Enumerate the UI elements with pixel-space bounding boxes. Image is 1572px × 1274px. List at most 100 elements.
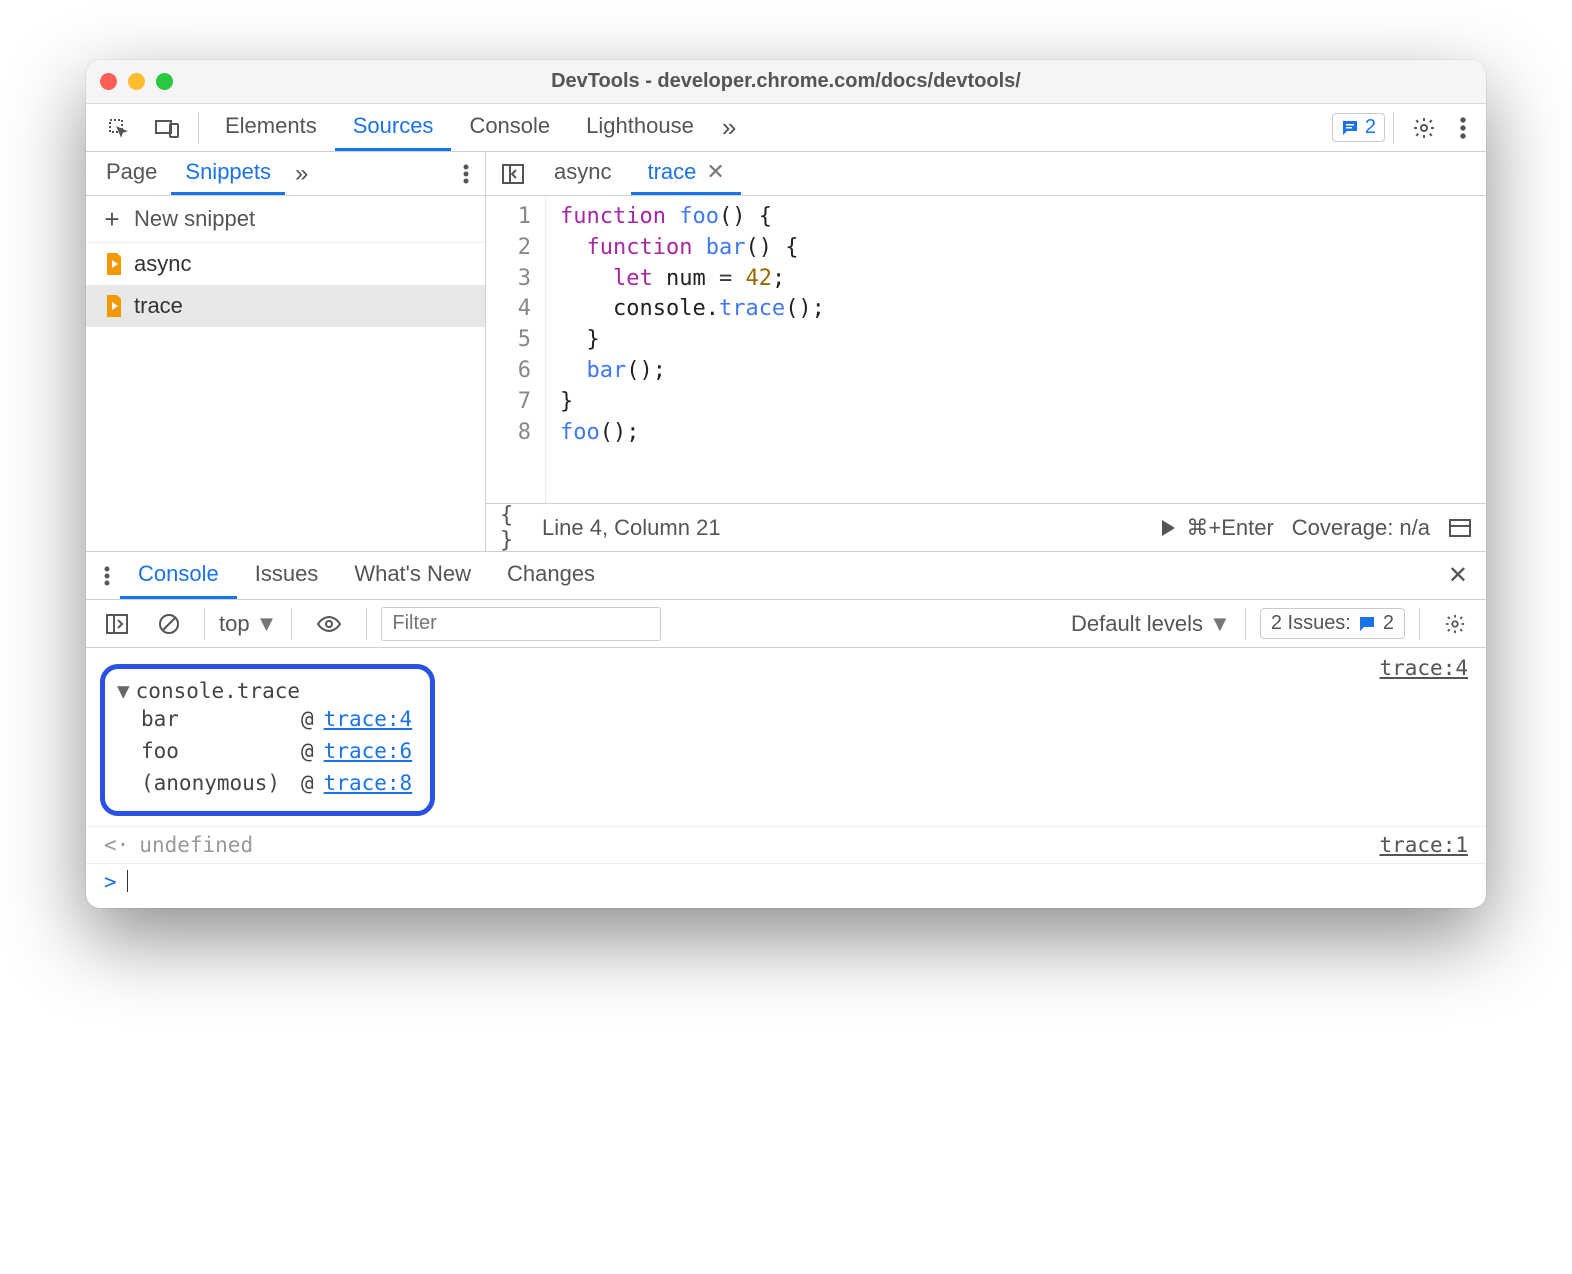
traffic-lights bbox=[100, 73, 173, 90]
code-content: function foo() { function bar() { let nu… bbox=[546, 196, 1486, 503]
close-tab-button[interactable]: ✕ bbox=[706, 159, 724, 185]
editor-tab-label: async bbox=[554, 159, 611, 185]
navigator-menu-button[interactable] bbox=[453, 158, 479, 190]
console-toolbar: top ▼ Default levels ▼ 2 Issues: 2 bbox=[86, 600, 1486, 648]
issues-chip-count: 2 bbox=[1383, 612, 1394, 635]
new-snippet-label: New snippet bbox=[134, 206, 255, 232]
coverage-label: Coverage: n/a bbox=[1292, 515, 1430, 541]
frame-name: foo bbox=[141, 739, 291, 763]
at-symbol: @ bbox=[301, 739, 314, 763]
console-prompt[interactable]: > bbox=[86, 863, 1486, 900]
devtools-window: DevTools - developer.chrome.com/docs/dev… bbox=[86, 60, 1486, 908]
issues-chip[interactable]: 2 Issues: 2 bbox=[1260, 608, 1405, 639]
main-tabs: Elements Sources Console Lighthouse » bbox=[207, 104, 746, 151]
sources-panes: Page Snippets » + New snippet async bbox=[86, 152, 1486, 552]
issues-indicator[interactable]: 2 bbox=[1332, 113, 1385, 142]
drawer-tab-whatsnew[interactable]: What's New bbox=[336, 552, 489, 599]
filter-input[interactable] bbox=[381, 607, 661, 641]
gear-icon bbox=[1412, 116, 1436, 140]
source-link[interactable]: trace:1 bbox=[1379, 833, 1468, 857]
live-expression-button[interactable] bbox=[306, 609, 352, 639]
message-icon bbox=[1359, 616, 1375, 632]
run-shortcut: ⌘+Enter bbox=[1186, 515, 1273, 541]
snippet-name: trace bbox=[134, 293, 183, 319]
navigator-tabs: Page Snippets » bbox=[86, 152, 485, 196]
kebab-icon bbox=[463, 164, 469, 184]
context-selector[interactable]: top ▼ bbox=[219, 611, 277, 637]
pretty-print-button[interactable]: { } bbox=[500, 516, 524, 540]
at-symbol: @ bbox=[301, 707, 314, 731]
line-gutter: 12345678 bbox=[486, 196, 546, 503]
tab-sources[interactable]: Sources bbox=[335, 104, 452, 151]
editor-tab-trace[interactable]: trace ✕ bbox=[631, 152, 740, 195]
drawer-tab-issues[interactable]: Issues bbox=[237, 552, 337, 599]
more-tabs-button[interactable]: » bbox=[712, 104, 746, 151]
dropdown-icon: ▼ bbox=[1209, 611, 1231, 637]
settings-button[interactable] bbox=[1402, 110, 1446, 146]
main-toolbar: Elements Sources Console Lighthouse » 2 bbox=[86, 104, 1486, 152]
navigator-more-tabs[interactable]: » bbox=[285, 154, 318, 194]
cursor-position: Line 4, Column 21 bbox=[542, 515, 721, 541]
tab-console[interactable]: Console bbox=[451, 104, 568, 151]
editor-tab-async[interactable]: async bbox=[538, 152, 627, 195]
close-drawer-button[interactable]: ✕ bbox=[1438, 555, 1478, 596]
editor-tab-label: trace bbox=[647, 159, 696, 185]
snippet-file-icon bbox=[104, 295, 124, 317]
at-symbol: @ bbox=[301, 771, 314, 795]
separator bbox=[198, 112, 199, 144]
navigator-tab-page[interactable]: Page bbox=[92, 152, 171, 195]
source-link[interactable]: trace:4 bbox=[1379, 656, 1468, 680]
separator bbox=[1393, 112, 1394, 144]
navigator-tab-snippets[interactable]: Snippets bbox=[171, 152, 285, 195]
drawer-tab-console[interactable]: Console bbox=[120, 552, 237, 599]
editor-status-bar: { } Line 4, Column 21 ⌘+Enter Coverage: … bbox=[486, 503, 1486, 551]
console-return-row: <· undefined trace:1 bbox=[86, 826, 1486, 863]
frame-link[interactable]: trace:8 bbox=[324, 771, 413, 795]
issues-chip-label: 2 Issues: bbox=[1271, 612, 1351, 635]
separator bbox=[1419, 608, 1420, 640]
prompt-arrow-icon: > bbox=[104, 870, 117, 894]
stack-frame: foo @ trace:6 bbox=[117, 735, 412, 767]
separator bbox=[366, 608, 367, 640]
trace-title: console.trace bbox=[136, 679, 300, 703]
snippet-file-icon bbox=[104, 253, 124, 275]
snippet-item-async[interactable]: async bbox=[86, 243, 485, 285]
toggle-console-sidebar-button[interactable] bbox=[96, 608, 138, 640]
snippet-name: async bbox=[134, 251, 191, 277]
frame-link[interactable]: trace:4 bbox=[324, 707, 413, 731]
separator bbox=[291, 608, 292, 640]
toggle-navigator-button[interactable] bbox=[492, 158, 534, 190]
close-window-button[interactable] bbox=[100, 73, 117, 90]
more-menu-button[interactable] bbox=[1450, 111, 1476, 145]
clear-console-button[interactable] bbox=[148, 607, 190, 641]
stack-frame: bar @ trace:4 bbox=[117, 703, 412, 735]
code-editor[interactable]: 12345678 function foo() { function bar()… bbox=[486, 196, 1486, 503]
separator bbox=[1245, 608, 1246, 640]
maximize-window-button[interactable] bbox=[156, 73, 173, 90]
tab-elements[interactable]: Elements bbox=[207, 104, 335, 151]
kebab-icon bbox=[104, 566, 110, 586]
editor-pane: async trace ✕ 12345678 function foo() { … bbox=[486, 152, 1486, 551]
dropdown-icon: ▼ bbox=[256, 611, 278, 637]
new-snippet-button[interactable]: + New snippet bbox=[86, 196, 485, 243]
text-caret bbox=[127, 870, 128, 892]
trace-header[interactable]: ▼ console.trace bbox=[117, 679, 412, 703]
snippet-item-trace[interactable]: trace bbox=[86, 285, 485, 327]
message-icon bbox=[1341, 119, 1359, 137]
inspect-element-button[interactable] bbox=[96, 110, 140, 146]
device-toolbar-button[interactable] bbox=[144, 110, 190, 146]
log-level-selector[interactable]: Default levels ▼ bbox=[1071, 611, 1231, 637]
drawer-menu-button[interactable] bbox=[94, 560, 120, 592]
frame-link[interactable]: trace:6 bbox=[324, 739, 413, 763]
run-snippet-button[interactable]: ⌘+Enter bbox=[1160, 515, 1273, 541]
play-icon bbox=[1160, 519, 1176, 537]
console-settings-button[interactable] bbox=[1434, 607, 1476, 641]
tab-lighthouse[interactable]: Lighthouse bbox=[568, 104, 712, 151]
show-sidebar-button[interactable] bbox=[1448, 516, 1472, 540]
minimize-window-button[interactable] bbox=[128, 73, 145, 90]
disclosure-triangle-icon[interactable]: ▼ bbox=[117, 679, 130, 703]
panel-left-icon bbox=[106, 614, 128, 634]
kebab-icon bbox=[1460, 117, 1466, 139]
drawer-tab-changes[interactable]: Changes bbox=[489, 552, 613, 599]
frame-name: bar bbox=[141, 707, 291, 731]
